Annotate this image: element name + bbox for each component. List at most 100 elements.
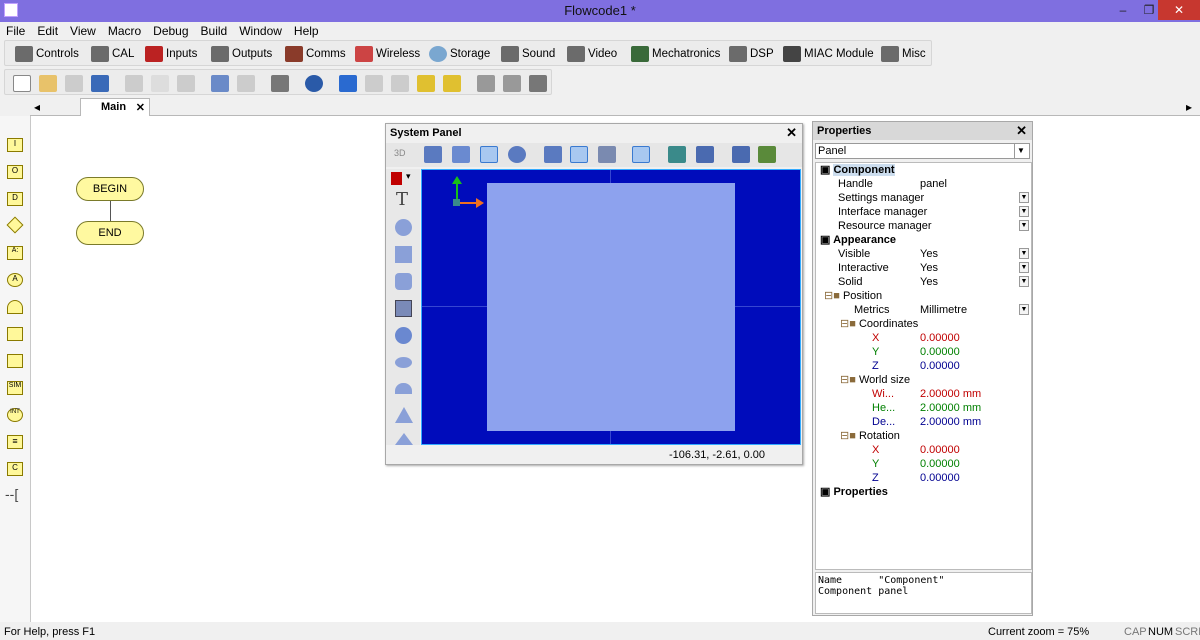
color-picker[interactable] <box>391 172 402 185</box>
mechatronics-button[interactable]: Mechatronics <box>631 45 720 63</box>
wrench-icon[interactable] <box>732 146 750 163</box>
redo-icon[interactable] <box>237 75 255 92</box>
origin-handle[interactable] <box>453 199 460 206</box>
menu-macro[interactable]: Macro <box>102 22 147 38</box>
delay-icon[interactable]: D <box>7 192 23 206</box>
pyramid-tool-icon[interactable] <box>395 433 413 445</box>
solid-row[interactable]: Solid Yes ▼ <box>816 275 1031 289</box>
tab-close-icon[interactable]: ✕ <box>136 101 145 114</box>
undo-icon[interactable] <box>211 75 229 92</box>
metrics-row[interactable]: Metrics Millimetre ▼ <box>816 303 1031 317</box>
switch-icon[interactable]: A: <box>7 246 23 260</box>
coordinates-group[interactable]: ⊟■ Coordinates <box>816 317 1031 331</box>
sphere-tool-icon[interactable] <box>395 327 412 344</box>
menu-edit[interactable]: Edit <box>31 22 64 38</box>
coord-y-value[interactable]: 0.00000 <box>920 345 960 359</box>
metrics-dropdown-icon[interactable]: ▼ <box>1019 304 1029 315</box>
interactive-dropdown-icon[interactable]: ▼ <box>1019 262 1029 273</box>
zoom-fit-icon[interactable] <box>668 146 686 163</box>
sound-button[interactable]: Sound <box>501 45 555 63</box>
miac-module-button[interactable]: MIAC Module <box>783 45 874 63</box>
pan-icon[interactable] <box>424 146 442 163</box>
refresh-icon[interactable] <box>65 75 83 92</box>
position-group[interactable]: ⊟■ Position <box>816 289 1031 303</box>
view-3d-button[interactable]: 3D <box>394 148 406 158</box>
object-selector[interactable]: Panel ▼ <box>815 143 1030 159</box>
rot-x-row[interactable]: X 0.00000 <box>816 443 1031 457</box>
handle-value[interactable]: panel <box>920 177 947 191</box>
depth-value[interactable]: 2.00000 mm <box>920 415 981 429</box>
metrics-value[interactable]: Millimetre <box>920 303 967 317</box>
step-into-icon[interactable] <box>417 75 435 92</box>
world-size-group[interactable]: ⊟■ World size <box>816 373 1031 387</box>
minimize-button[interactable]: ‒ <box>1110 0 1136 20</box>
rotate-icon[interactable] <box>508 146 526 163</box>
tab-scroll-right-icon[interactable]: ▸ <box>1186 100 1192 114</box>
cube-icon[interactable] <box>696 146 714 163</box>
code-icon[interactable]: C <box>7 462 23 476</box>
height-row[interactable]: He... 2.00000 mm <box>816 401 1031 415</box>
interrupt-icon[interactable]: INT <box>7 408 23 422</box>
end-node[interactable]: END <box>76 221 144 245</box>
coord-z-row[interactable]: Z 0.00000 <box>816 359 1031 373</box>
cone-tool-icon[interactable] <box>395 407 413 423</box>
storage-button[interactable]: Storage <box>429 45 490 63</box>
properties-close-icon[interactable]: ✕ <box>1016 123 1027 139</box>
pause-icon[interactable] <box>365 75 383 92</box>
input-icon[interactable]: I <box>7 138 23 152</box>
coord-y-row[interactable]: Y 0.00000 <box>816 345 1031 359</box>
run-icon[interactable] <box>339 75 357 92</box>
paste-icon[interactable] <box>177 75 195 92</box>
menu-build[interactable]: Build <box>195 22 234 38</box>
appearance-section[interactable]: ▣ Appearance <box>816 233 1031 247</box>
panel-viewport[interactable] <box>421 169 801 445</box>
select-icon[interactable] <box>480 146 498 163</box>
color-dropdown-icon[interactable]: ▾ <box>406 171 411 182</box>
interface-dropdown-icon[interactable]: ▼ <box>1019 206 1029 217</box>
decision-icon[interactable] <box>6 216 24 234</box>
depth-row[interactable]: De... 2.00000 mm <box>816 415 1031 429</box>
macro-out-icon[interactable] <box>503 75 521 92</box>
settings-manager-row[interactable]: Settings manager ▼ <box>816 191 1031 205</box>
close-button[interactable]: ✕ <box>1158 0 1200 20</box>
menu-help[interactable]: Help <box>288 22 325 38</box>
menu-view[interactable]: View <box>64 22 102 38</box>
x-axis-gizmo[interactable] <box>458 202 476 204</box>
calculation-icon[interactable]: ≡ <box>7 435 23 449</box>
resource-manager-row[interactable]: Resource manager ▼ <box>816 219 1031 233</box>
pencil-icon[interactable] <box>452 146 470 163</box>
system-panel-close-icon[interactable]: ✕ <box>786 125 797 141</box>
inputs-button[interactable]: Inputs <box>145 45 197 63</box>
dsp-button[interactable]: DSP <box>729 45 774 63</box>
settings-dropdown-icon[interactable]: ▼ <box>1019 192 1029 203</box>
coord-x-value[interactable]: 0.00000 <box>920 331 960 345</box>
coord-z-value[interactable]: 0.00000 <box>920 359 960 373</box>
save-icon[interactable] <box>91 75 109 92</box>
macro-icon[interactable] <box>7 327 23 341</box>
panel-view-icon[interactable] <box>632 146 650 163</box>
width-row[interactable]: Wi... 2.00000 mm <box>816 387 1031 401</box>
text-tool-icon[interactable]: T <box>396 189 408 210</box>
move-icon[interactable] <box>544 146 562 163</box>
rot-z-value[interactable]: 0.00000 <box>920 471 960 485</box>
comment-icon[interactable]: --[ <box>5 486 18 502</box>
print-icon[interactable] <box>271 75 289 92</box>
open-folder-icon[interactable] <box>39 75 57 92</box>
begin-node[interactable]: BEGIN <box>76 177 144 201</box>
component-macro-icon[interactable] <box>7 354 23 368</box>
rot-x-value[interactable]: 0.00000 <box>920 443 960 457</box>
outputs-button[interactable]: Outputs <box>211 45 272 63</box>
cube-tool-icon[interactable] <box>395 300 412 317</box>
step-over-icon[interactable] <box>443 75 461 92</box>
new-file-icon[interactable] <box>13 75 31 92</box>
controls-button[interactable]: Controls <box>15 45 79 63</box>
misc-button[interactable]: Misc <box>881 45 926 63</box>
interactive-row[interactable]: Interactive Yes ▼ <box>816 261 1031 275</box>
video-button[interactable]: Video <box>567 45 617 63</box>
output-icon[interactable]: O <box>7 165 23 179</box>
rectangle-tool-icon[interactable] <box>395 246 412 263</box>
interactive-value[interactable]: Yes <box>920 261 938 275</box>
tab-scroll-left-icon[interactable]: ◂ <box>34 100 40 114</box>
rot-z-row[interactable]: Z 0.00000 <box>816 471 1031 485</box>
chevron-down-icon[interactable]: ▼ <box>1014 144 1027 158</box>
